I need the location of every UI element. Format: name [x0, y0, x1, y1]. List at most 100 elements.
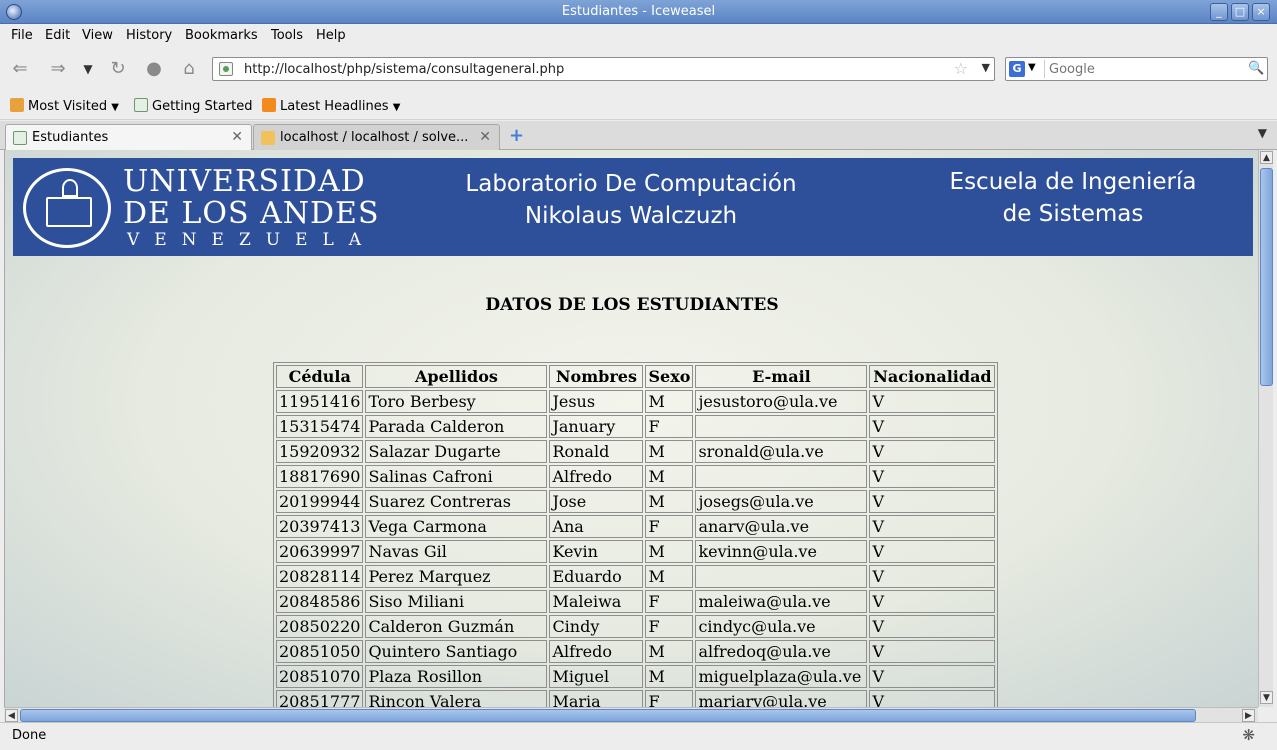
- school-title: Escuela de Ingeniería de Sistemas: [949, 169, 1197, 227]
- search-engine-dropdown-icon[interactable]: ▼: [1028, 62, 1036, 73]
- cell-apellidos: Salazar Dugarte: [365, 440, 548, 463]
- cell-nacionalidad: V: [869, 515, 996, 538]
- cell-apellidos: Rincon Valera: [365, 690, 548, 707]
- status-bar: Done ❋: [0, 722, 1277, 750]
- cell-sexo: F: [645, 415, 694, 438]
- cell-email: josegs@ula.ve: [695, 490, 868, 513]
- url-bar[interactable]: http://localhost/php/sistema/consultagen…: [212, 57, 995, 81]
- cell-sexo: M: [645, 565, 694, 588]
- cell-nacionalidad: V: [869, 465, 996, 488]
- cell-apellidos: Suarez Contreras: [365, 490, 548, 513]
- cell-nombres: Eduardo: [549, 565, 644, 588]
- cell-cedula: 20639997: [276, 540, 364, 563]
- search-engine-icon[interactable]: G: [1009, 61, 1025, 77]
- cell-nacionalidad: V: [869, 615, 996, 638]
- menu-edit[interactable]: Edit: [45, 28, 70, 43]
- search-input[interactable]: [1044, 60, 1244, 78]
- reload-icon[interactable]: ↻: [106, 58, 130, 80]
- close-tab-icon[interactable]: ✕: [231, 129, 243, 145]
- menu-file[interactable]: File: [11, 28, 33, 43]
- cell-email: alfredoq@ula.ve: [695, 640, 868, 663]
- home-icon[interactable]: ⌂: [177, 58, 201, 80]
- cell-sexo: F: [645, 515, 694, 538]
- column-header-nombres: Nombres: [549, 365, 644, 388]
- vertical-scrollbar[interactable]: ▲ ▼: [1258, 150, 1273, 707]
- bookmark-getting-started[interactable]: Getting Started: [134, 98, 253, 114]
- tab-estudiantes[interactable]: Estudiantes ✕: [5, 124, 252, 150]
- close-tab-icon[interactable]: ✕: [479, 129, 491, 145]
- cell-cedula: 20851777: [276, 690, 364, 707]
- phpmyadmin-icon: [261, 131, 275, 145]
- tab-list-chevron-icon[interactable]: ▼: [1258, 126, 1267, 140]
- cell-nacionalidad: V: [869, 490, 996, 513]
- scroll-down-icon[interactable]: ▼: [1260, 691, 1273, 704]
- bookmark-most-visited[interactable]: Most Visited ▼: [10, 98, 119, 114]
- url-dropdown-icon[interactable]: ▼: [982, 61, 990, 74]
- forward-icon[interactable]: ⇒: [46, 58, 70, 80]
- window-title: Estudiantes - Iceweasel: [561, 4, 716, 19]
- cell-nombres: Ana: [549, 515, 644, 538]
- cell-email: [695, 415, 868, 438]
- cell-sexo: F: [645, 590, 694, 613]
- table-row: 20199944 Suarez Contreras Jose Mjosegs@ula.…: [276, 490, 996, 513]
- cell-sexo: M: [645, 390, 694, 413]
- cell-apellidos: Salinas Cafroni: [365, 465, 548, 488]
- page-icon: [134, 98, 148, 112]
- tab-strip: Estudiantes ✕ localhost / localhost / so…: [0, 121, 1277, 150]
- cell-nacionalidad: V: [869, 415, 996, 438]
- cell-apellidos: Plaza Rosillon: [365, 665, 548, 688]
- firebug-icon[interactable]: ❋: [1242, 726, 1255, 744]
- status-text: Done: [12, 728, 47, 743]
- url-text[interactable]: http://localhost/php/sistema/consultagen…: [244, 62, 564, 77]
- menu-help[interactable]: Help: [316, 28, 346, 43]
- cell-nombres: Kevin: [549, 540, 644, 563]
- cell-nacionalidad: V: [869, 565, 996, 588]
- menu-view[interactable]: View: [82, 28, 113, 43]
- navigation-toolbar: ⇐ ⇒ ▼ ↻ ● ⌂ http://localhost/php/sistema…: [0, 48, 1277, 90]
- back-icon[interactable]: ⇐: [8, 58, 32, 80]
- column-header-cedula: Cédula: [276, 365, 364, 388]
- cell-cedula: 20850220: [276, 615, 364, 638]
- menu-tools[interactable]: Tools: [271, 28, 303, 43]
- bookmark-star-icon[interactable]: ☆: [954, 59, 968, 78]
- stop-icon[interactable]: ●: [142, 58, 166, 80]
- cell-cedula: 20851050: [276, 640, 364, 663]
- menu-bookmarks[interactable]: Bookmarks: [185, 28, 258, 43]
- cell-nombres: Jose: [549, 490, 644, 513]
- cell-nacionalidad: V: [869, 390, 996, 413]
- close-window-button[interactable]: ×: [1252, 3, 1270, 21]
- scroll-up-icon[interactable]: ▲: [1260, 151, 1273, 164]
- table-row: 20851070 Plaza Rosillon Miguel Mmiguelplaza…: [276, 665, 996, 688]
- cell-sexo: M: [645, 490, 694, 513]
- cell-email: sronald@ula.ve: [695, 440, 868, 463]
- scroll-right-icon[interactable]: ▶: [1242, 709, 1255, 722]
- horizontal-scroll-thumb[interactable]: [20, 709, 1196, 722]
- new-tab-icon[interactable]: +: [509, 125, 524, 146]
- column-header-apellidos: Apellidos: [365, 365, 548, 388]
- minimize-button[interactable]: _: [1210, 3, 1228, 21]
- horizontal-scrollbar[interactable]: ◀ ▶: [4, 707, 1258, 722]
- history-dropdown-icon[interactable]: ▼: [76, 58, 100, 80]
- tab-phpmyadmin[interactable]: localhost / localhost / solve... ✕: [253, 124, 500, 150]
- cell-cedula: 15920932: [276, 440, 364, 463]
- cell-nombres: Alfredo: [549, 465, 644, 488]
- search-bar[interactable]: G ▼ 🔍: [1005, 57, 1268, 81]
- maximize-button[interactable]: □: [1231, 3, 1249, 21]
- cell-cedula: 20851070: [276, 665, 364, 688]
- vertical-scroll-thumb[interactable]: [1260, 168, 1273, 386]
- university-seal-icon: [23, 168, 111, 248]
- page-viewport: UNIVERSIDAD DE LOS ANDES VENEZUELA Labor…: [4, 150, 1258, 707]
- site-identity-icon[interactable]: [219, 62, 233, 76]
- cell-nombres: Jesus: [549, 390, 644, 413]
- menu-history[interactable]: History: [126, 28, 172, 43]
- window-titlebar: Estudiantes - Iceweasel _ □ ×: [0, 0, 1277, 24]
- search-icon[interactable]: 🔍: [1248, 61, 1264, 77]
- cell-nombres: Ronald: [549, 440, 644, 463]
- lab-title: Laboratorio De Computación Nikolaus Walc…: [465, 171, 797, 229]
- bookmark-latest-headlines[interactable]: Latest Headlines ▼: [262, 98, 400, 114]
- column-header-nacionalidad: Nacionalidad: [869, 365, 996, 388]
- cell-sexo: F: [645, 690, 694, 707]
- scroll-left-icon[interactable]: ◀: [5, 709, 18, 722]
- logo-text-line1: UNIVERSIDAD: [123, 164, 366, 199]
- cell-email: jesustoro@ula.ve: [695, 390, 868, 413]
